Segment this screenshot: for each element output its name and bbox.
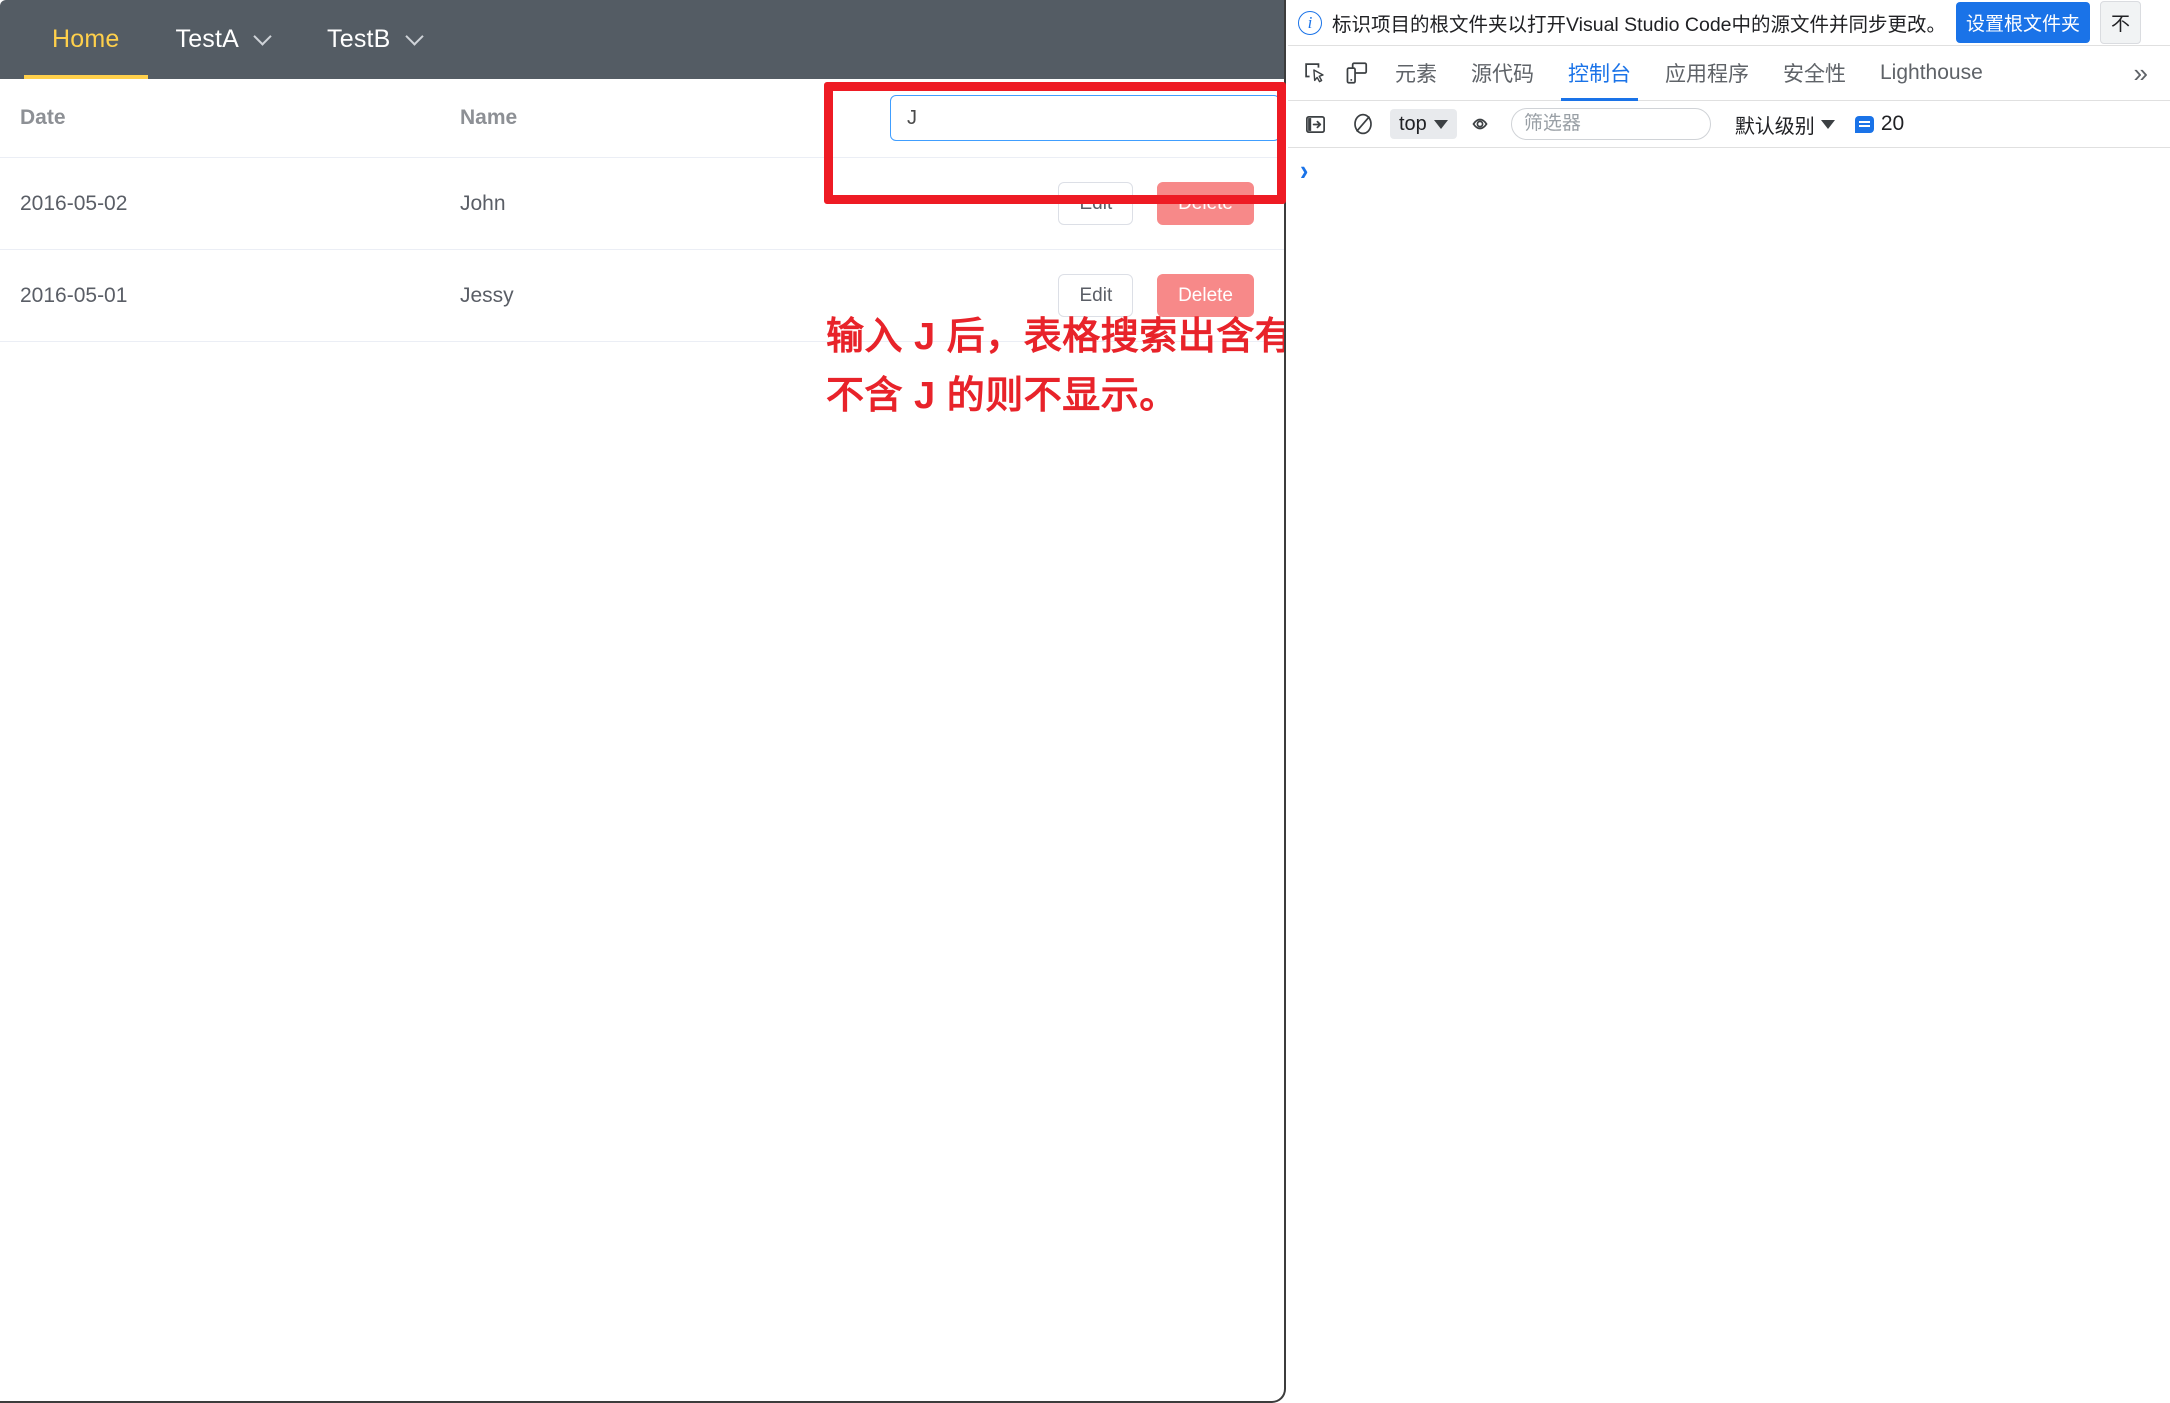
nav-item-testa[interactable]: TestA	[148, 0, 300, 79]
data-table-container: Date Name 2016-05-02 John Edit Delete	[0, 79, 1284, 342]
cell-date: 2016-05-01	[0, 249, 440, 342]
devtools-tabbar: 元素 源代码 控制台 应用程序 安全性 Lighthouse »	[1288, 46, 2170, 101]
table-row: 2016-05-02 John Edit Delete	[0, 157, 1284, 250]
tab-elements[interactable]: 元素	[1378, 46, 1454, 101]
message-bubble-icon	[1854, 115, 1874, 133]
nav-item-label: Home	[52, 25, 120, 53]
data-table: Date Name 2016-05-02 John Edit Delete	[0, 79, 1284, 342]
cell-name: John	[440, 157, 870, 250]
message-count-badge[interactable]: 20	[1854, 112, 1905, 136]
tab-lighthouse[interactable]: Lighthouse	[1863, 46, 2000, 101]
edit-button[interactable]: Edit	[1058, 182, 1134, 225]
execution-context-select[interactable]: top	[1390, 109, 1457, 139]
tab-label: 安全性	[1783, 63, 1846, 86]
dismiss-infobar-button[interactable]: 不	[2100, 1, 2142, 44]
console-prompt-row[interactable]: ›	[1288, 154, 2170, 188]
tab-label: Lighthouse	[1880, 61, 1983, 84]
chevrons-right-icon[interactable]: »	[2134, 60, 2170, 86]
column-header-date: Date	[0, 79, 440, 158]
inspect-element-icon[interactable]	[1294, 53, 1336, 93]
nav-item-label: TestB	[327, 25, 391, 53]
table-head: Date Name	[0, 79, 1284, 158]
tab-console[interactable]: 控制台	[1551, 46, 1648, 101]
nav-item-label: TestA	[175, 25, 240, 53]
console-output[interactable]: ›	[1288, 148, 2170, 1403]
browser-viewport: Home TestA TestB Date Name J 2016-05-02 …	[0, 0, 1286, 1403]
clear-console-icon[interactable]	[1342, 104, 1384, 144]
column-header-operations	[870, 79, 1284, 158]
column-header-name: Name	[440, 79, 870, 158]
screenshot-root: Home TestA TestB Date Name J 2016-05-02 …	[0, 0, 2170, 1403]
device-toolbar-icon[interactable]	[1336, 53, 1378, 93]
live-expression-icon[interactable]	[1463, 104, 1505, 144]
search-input[interactable]	[890, 95, 1280, 141]
log-level-value: 默认级别	[1734, 115, 1815, 138]
nav-item-testb[interactable]: TestB	[299, 0, 451, 79]
cell-operations: Edit Delete	[870, 157, 1284, 250]
console-toolbar: top 默认级别 20	[1288, 101, 2170, 148]
info-icon: i	[1298, 10, 1322, 35]
cell-date: 2016-05-02	[0, 157, 440, 250]
set-root-folder-button[interactable]: 设置根文件夹	[1956, 2, 2091, 43]
annotation-text: 输入 J 后，表格搜索出含有 J 的 name， 不含 J 的则不显示。	[826, 316, 1286, 417]
infobar-message: 标识项目的根文件夹以打开Visual Studio Code中的源文件并同步更改…	[1332, 14, 1947, 36]
devtools-panel: i 标识项目的根文件夹以打开Visual Studio Code中的源文件并同步…	[1288, 0, 2170, 1403]
cell-name: Jessy	[440, 249, 870, 342]
tab-label: 元素	[1395, 63, 1437, 86]
tab-label: 应用程序	[1665, 63, 1749, 86]
log-level-select[interactable]: 默认级别	[1735, 110, 1835, 139]
chevron-down-icon	[1820, 119, 1835, 129]
tab-application[interactable]: 应用程序	[1648, 46, 1766, 101]
chevron-right-icon: ›	[1300, 154, 1309, 187]
table-header-row: Date Name	[0, 79, 1284, 158]
chevron-down-icon	[407, 29, 423, 45]
chevron-down-icon	[255, 29, 271, 45]
delete-button[interactable]: Delete	[1157, 182, 1254, 225]
execution-context-value: top	[1399, 112, 1427, 135]
nav-item-home[interactable]: Home	[24, 0, 148, 79]
tab-label: 控制台	[1568, 63, 1631, 86]
console-filter-input[interactable]	[1510, 108, 1711, 140]
tab-sources[interactable]: 源代码	[1454, 46, 1551, 101]
console-sidebar-icon[interactable]	[1294, 104, 1336, 144]
message-count: 20	[1880, 112, 1905, 135]
app-navbar: Home TestA TestB	[0, 0, 1284, 79]
tab-label: 源代码	[1471, 63, 1534, 86]
devtools-infobar: i 标识项目的根文件夹以打开Visual Studio Code中的源文件并同步…	[1288, 0, 2170, 46]
chevron-down-icon	[1433, 119, 1448, 129]
tab-security[interactable]: 安全性	[1766, 46, 1863, 101]
